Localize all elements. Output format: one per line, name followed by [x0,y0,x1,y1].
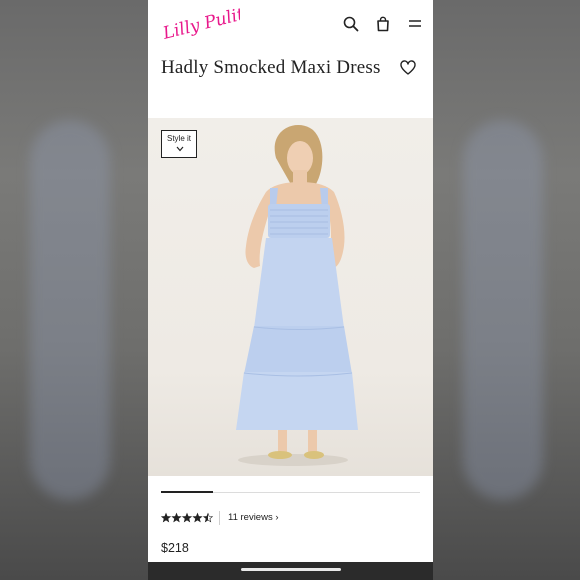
reviews-link[interactable]: 11 reviews › [228,512,279,523]
product-image[interactable]: Style it [148,118,433,476]
star-icon [192,512,203,523]
divider [219,511,220,525]
star-rating [161,512,214,523]
menu-icon[interactable] [406,15,424,33]
shopping-bag-icon[interactable] [374,15,392,33]
chevron-down-icon [176,146,184,152]
top-nav: Lilly Pulitzer [148,0,433,48]
price: $218 [161,541,189,555]
star-icon [161,512,172,523]
model-in-dress-illustration [236,125,358,466]
style-it-label: Style it [166,134,191,143]
star-icon [181,512,193,523]
bottom-bar [148,562,433,580]
product-page: Lilly Pulitzer Hadly Smocked Maxi Dress [148,0,433,580]
star-icon [171,512,182,523]
home-indicator[interactable] [241,568,341,571]
svg-text:Lilly Pulitzer: Lilly Pulitzer [160,6,240,42]
product-title: Hadly Smocked Maxi Dress [161,57,381,78]
blurred-backdrop-left [0,0,148,580]
image-gallery-progress-fill [161,491,213,493]
star-icon [202,512,214,523]
image-gallery-progress [161,491,420,493]
brand-logo[interactable]: Lilly Pulitzer [160,6,240,42]
heart-icon[interactable] [400,60,416,76]
style-it-button[interactable]: Style it [161,130,197,158]
search-icon[interactable] [342,15,360,33]
blurred-backdrop-right [433,0,580,580]
